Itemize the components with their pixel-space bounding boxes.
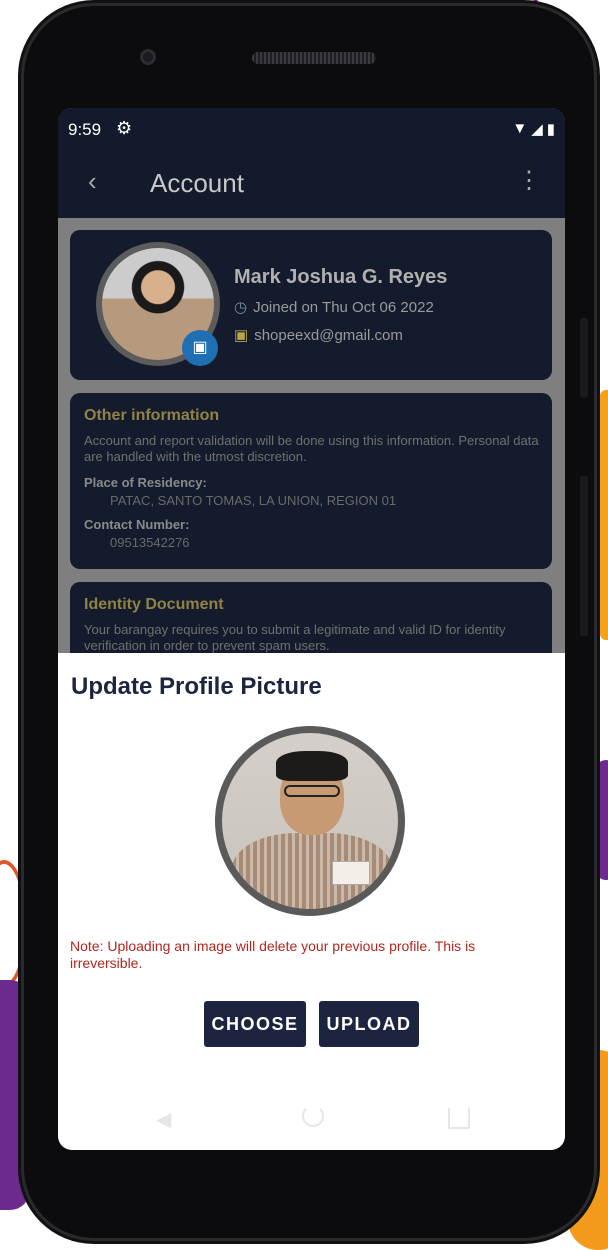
battery-icon: ▮ [546, 121, 555, 138]
profile-card: ▣ Mark Joshua G. Reyes ◷ Joined on Thu Oc… [70, 230, 552, 380]
profile-name: Mark Joshua G. Reyes [234, 266, 448, 288]
profile-email-row: ▣ shopeexd@gmail.com [234, 326, 403, 344]
choose-button[interactable]: CHOOSE [204, 1001, 306, 1047]
section-title: Identity Document [84, 596, 224, 613]
other-information-card: Other information Account and report val… [70, 393, 552, 569]
photo-glasses [284, 785, 340, 797]
status-time: 9:59 [68, 120, 102, 139]
section-title: Other information [84, 407, 220, 424]
clock-icon: ◷ [234, 299, 248, 316]
background-decoration [596, 760, 608, 880]
phone-frame: 9:59 ⚙ ▼ ◢ ▮ ‹ Account ⋮ ▣ Mark Joshua G… [24, 6, 594, 1238]
system-nav-bar: ◀ [58, 1103, 565, 1143]
upload-button[interactable]: UPLOAD [319, 1001, 419, 1047]
sheet-title: Update Profile Picture [71, 673, 322, 700]
status-bar: 9:59 ⚙ ▼ ◢ ▮ [58, 108, 565, 150]
page-title: Account [150, 168, 244, 198]
volume-button [580, 476, 588, 636]
profile-joined: Joined on Thu Oct 06 2022 [253, 299, 434, 316]
section-description: Account and report validation will be do… [84, 433, 539, 464]
earpiece-speaker [252, 52, 376, 64]
nav-recents-icon[interactable] [448, 1107, 470, 1129]
photo-hair [276, 751, 348, 781]
app-bar: ‹ Account ⋮ [58, 150, 565, 218]
wifi-icon: ▼ [512, 120, 528, 137]
camera-icon[interactable]: ▣ [182, 330, 218, 366]
profile-joined-row: ◷ Joined on Thu Oct 06 2022 [234, 298, 434, 316]
residency-label: Place of Residency: [84, 475, 207, 490]
profile-preview [215, 726, 405, 916]
screen: 9:59 ⚙ ▼ ◢ ▮ ‹ Account ⋮ ▣ Mark Joshua G… [58, 108, 565, 1150]
nav-back-icon[interactable]: ◀ [156, 1107, 171, 1132]
contact-value: 09513542276 [110, 535, 190, 550]
warning-note: Note: Uploading an image will delete you… [70, 938, 476, 971]
signal-icon: ◢ [531, 121, 543, 138]
nav-home-icon[interactable] [302, 1105, 324, 1127]
contact-label: Contact Number: [84, 517, 190, 532]
background-decoration [600, 390, 608, 640]
power-button [580, 318, 588, 398]
more-vert-icon[interactable]: ⋮ [517, 166, 541, 195]
front-camera [140, 49, 156, 65]
section-description: Your barangay requires you to submit a l… [84, 622, 506, 653]
back-arrow-icon[interactable]: ‹ [88, 166, 97, 197]
residency-value: PATAC, SANTO TOMAS, LA UNION, REGION 01 [110, 493, 397, 508]
update-profile-sheet: Update Profile Picture Note: Uploading a… [58, 653, 565, 1150]
gear-icon: ⚙ [116, 118, 133, 138]
id-card-icon: ▣ [234, 327, 249, 344]
profile-preview-photo [222, 733, 398, 909]
status-icons: ▼ ◢ ▮ [512, 120, 555, 138]
photo-name-badge [332, 861, 370, 885]
profile-email: shopeexd@gmail.com [254, 327, 403, 344]
